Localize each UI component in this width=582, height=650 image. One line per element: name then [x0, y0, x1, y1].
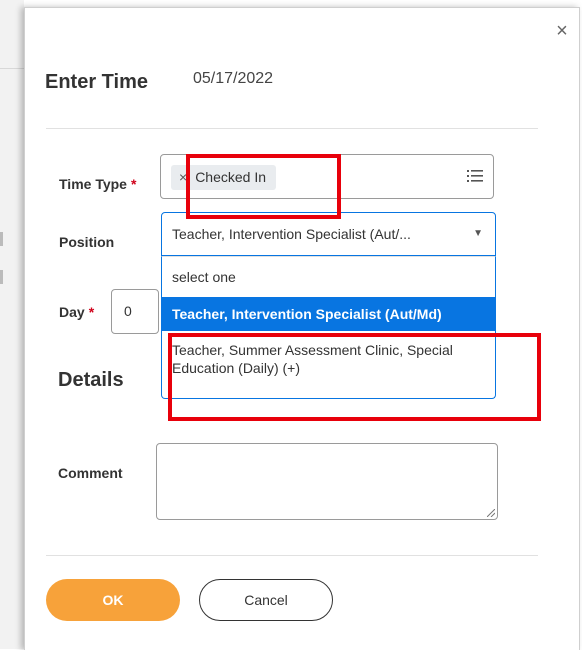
ok-button[interactable]: OK — [46, 579, 180, 621]
time-type-label: Time Type * — [59, 176, 137, 192]
highlight-box-time-type — [186, 154, 341, 219]
list-icon[interactable] — [467, 168, 483, 184]
day-input[interactable]: 0 — [111, 289, 159, 334]
cancel-button[interactable]: Cancel — [199, 579, 333, 621]
close-button[interactable]: × — [553, 20, 571, 42]
required-marker: * — [88, 304, 95, 320]
highlight-box-summer-option — [168, 333, 541, 421]
required-marker: * — [130, 176, 137, 192]
background-sidebar — [0, 0, 24, 649]
position-option-select-one[interactable]: select one — [162, 257, 495, 297]
footer-divider — [46, 555, 538, 556]
position-label: Position — [59, 234, 115, 250]
chevron-down-icon: ▼ — [473, 228, 483, 239]
dialog-title: Enter Time — [45, 71, 148, 93]
day-label: Day * — [59, 304, 95, 320]
background-marker — [0, 270, 3, 284]
position-selected-value: Teacher, Intervention Specialist (Aut/..… — [172, 226, 411, 242]
background-divider — [0, 68, 24, 69]
dialog-date: 05/17/2022 — [193, 70, 274, 87]
close-icon: × — [556, 20, 568, 42]
comment-textarea[interactable] — [156, 443, 498, 520]
resize-handle-icon[interactable] — [487, 509, 495, 517]
header-divider — [46, 128, 538, 129]
position-option-intervention-specialist[interactable]: Teacher, Intervention Specialist (Aut/Md… — [162, 297, 495, 331]
details-heading: Details — [58, 369, 124, 391]
background-marker — [0, 232, 3, 246]
comment-label: Comment — [58, 465, 123, 481]
